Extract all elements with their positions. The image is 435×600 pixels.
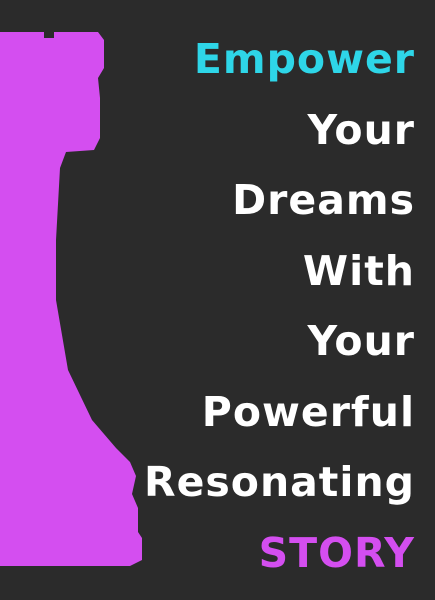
poster: Empower Your Dreams With Your Powerful R… [0, 0, 435, 600]
headline-line-story: STORY [258, 528, 415, 577]
headline: Empower Your Dreams With Your Powerful R… [144, 24, 415, 588]
headline-line-your: Your [307, 105, 415, 154]
headline-line-resonating: Resonating [144, 458, 415, 506]
headline-line-empower: Empower [193, 35, 415, 83]
headline-line-dreams: Dreams [232, 176, 415, 224]
headline-line-with: With [302, 246, 415, 295]
headline-line-powerful: Powerful [201, 387, 415, 436]
headline-line-your-2: Your [307, 317, 415, 365]
